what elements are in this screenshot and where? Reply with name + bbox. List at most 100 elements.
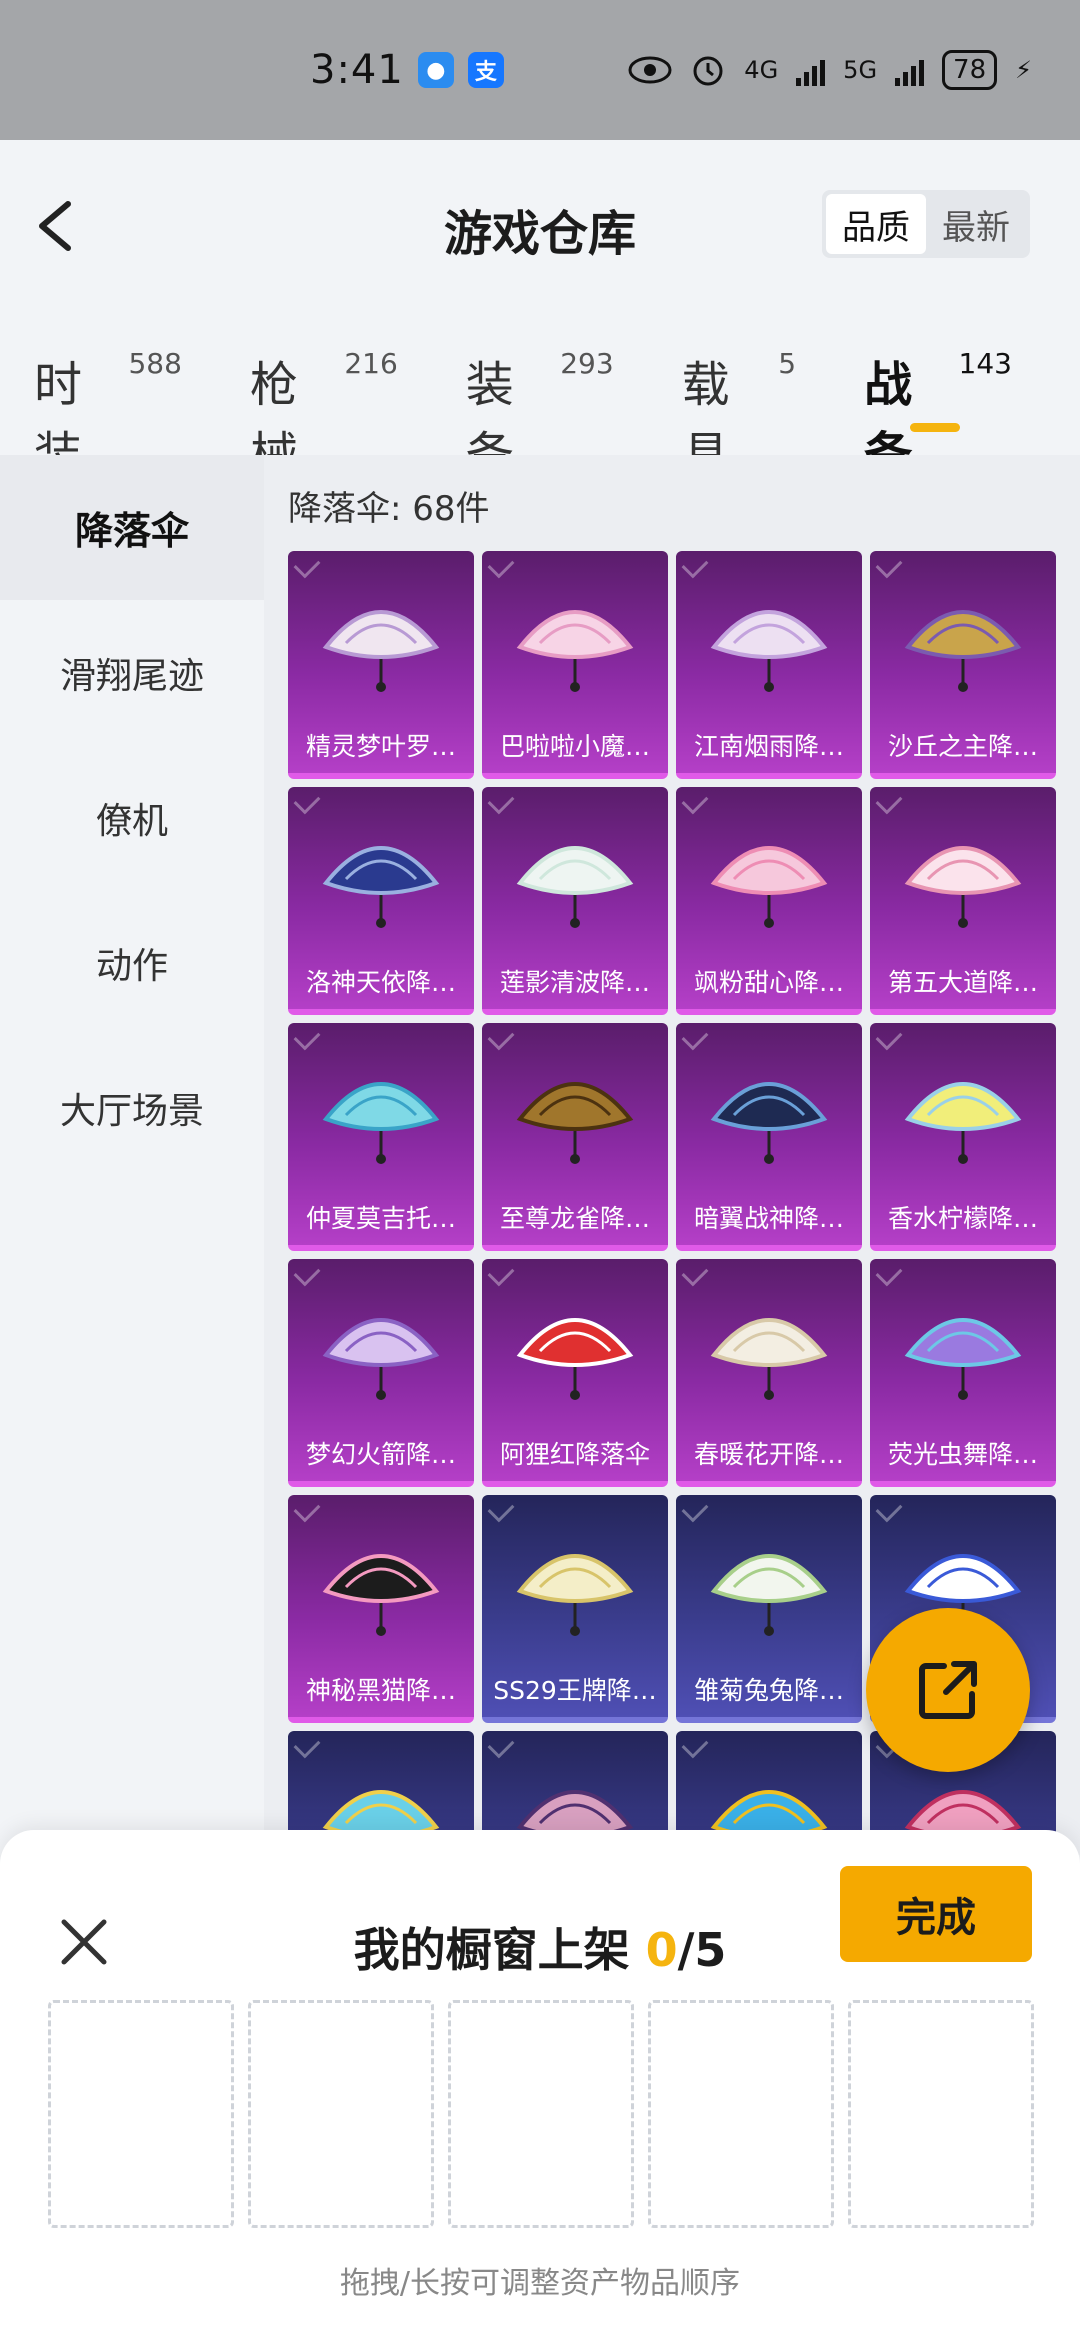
sidebar-item-emote[interactable]: 动作: [0, 890, 264, 1035]
parachute-icon: [710, 1082, 828, 1164]
parachute-card[interactable]: 江南烟雨降…: [676, 551, 862, 779]
tab-count: 143: [958, 347, 1012, 380]
checkmark-icon: [293, 787, 321, 815]
sort-option-quality[interactable]: 品质: [826, 194, 926, 254]
checkmark-icon: [681, 787, 709, 815]
parachute-icon: [904, 846, 1022, 928]
checkmark-icon: [875, 787, 903, 815]
showcase-slot-2[interactable]: [248, 2000, 434, 2228]
parachute-icon: [516, 1318, 634, 1400]
charging-icon: ⚡: [1015, 56, 1032, 84]
checkmark-icon: [487, 1259, 515, 1287]
showcase-slot-4[interactable]: [648, 2000, 834, 2228]
parachute-card[interactable]: 第五大道降…: [870, 787, 1056, 1015]
parachute-card[interactable]: 春暖花开降…: [676, 1259, 862, 1487]
external-link-icon: [919, 1661, 977, 1719]
item-count-label: 降落伞: 68件: [288, 489, 490, 529]
sort-option-newest[interactable]: 最新: [926, 194, 1026, 254]
item-name: 巴啦啦小魔…: [499, 732, 650, 761]
tab-count: 293: [560, 347, 614, 380]
parachute-card[interactable]: 神秘黑猫降…: [288, 1495, 474, 1723]
alarm-icon: [693, 56, 723, 86]
parachute-icon: [904, 1082, 1022, 1164]
eye-icon: [628, 56, 672, 84]
message-app-icon: ●: [417, 52, 454, 88]
item-name: 飒粉甜心降…: [693, 968, 844, 997]
item-name: 神秘黑猫降…: [305, 1676, 456, 1705]
item-name: 精灵梦叶罗…: [305, 732, 456, 761]
item-name: 阿狸红降落伞: [499, 1440, 650, 1469]
parachute-icon: [904, 1318, 1022, 1400]
parachute-card[interactable]: 洛神天依降…: [288, 787, 474, 1015]
parachute-icon: [710, 1318, 828, 1400]
alipay-icon: 支: [467, 52, 504, 88]
checkmark-icon: [487, 551, 515, 579]
parachute-card[interactable]: 雏菊兔兔降…: [676, 1495, 862, 1723]
parachute-card[interactable]: 梦幻火箭降…: [288, 1259, 474, 1487]
item-name: 沙丘之主降…: [887, 732, 1038, 761]
checkmark-icon: [681, 551, 709, 579]
battery-indicator: 78: [942, 50, 998, 90]
item-name: SS29王牌降…: [493, 1676, 657, 1705]
checkmark-icon: [487, 1731, 515, 1759]
parachute-card[interactable]: 飒粉甜心降…: [676, 787, 862, 1015]
checkmark-icon: [487, 1023, 515, 1051]
item-name: 梦幻火箭降…: [305, 1440, 456, 1469]
checkmark-icon: [293, 1259, 321, 1287]
item-name: 至尊龙雀降…: [499, 1204, 650, 1233]
parachute-icon: [322, 1082, 440, 1164]
status-time: 3:41: [310, 47, 404, 93]
parachute-card[interactable]: 莲影清波降…: [482, 787, 668, 1015]
checkmark-icon: [875, 551, 903, 579]
showcase-sheet: 我的橱窗上架 0/5 完成 拖拽/长按可调整资产物品顺序: [0, 1830, 1080, 2340]
subcategory-sidebar: 降落伞 滑翔尾迹 僚机 动作 大厅场景: [0, 455, 264, 1855]
signal-4g-icon: [796, 54, 826, 86]
done-button[interactable]: 完成: [840, 1866, 1032, 1962]
showcase-slot-3[interactable]: [448, 2000, 634, 2228]
item-name: 莲影清波降…: [499, 968, 650, 997]
showcase-slot-5[interactable]: [848, 2000, 1034, 2228]
checkmark-icon: [293, 551, 321, 579]
showcase-slots: [48, 2000, 1034, 2228]
parachute-card[interactable]: 至尊龙雀降…: [482, 1023, 668, 1251]
share-button[interactable]: [866, 1608, 1030, 1772]
parachute-icon: [516, 1554, 634, 1636]
status-bar: 3:41 ● 支 4G 5G 78 ⚡: [0, 0, 1080, 140]
parachute-icon: [322, 846, 440, 928]
sidebar-item-glide-trail[interactable]: 滑翔尾迹: [0, 600, 264, 745]
tab-count: 588: [128, 347, 182, 380]
parachute-icon: [710, 1554, 828, 1636]
parachute-card[interactable]: SS29王牌降…: [482, 1495, 668, 1723]
tab-count: 5: [778, 347, 797, 380]
parachute-card[interactable]: 仲夏莫吉托…: [288, 1023, 474, 1251]
checkmark-icon: [681, 1259, 709, 1287]
item-name: 第五大道降…: [887, 968, 1038, 997]
parachute-icon: [904, 610, 1022, 692]
showcase-slot-1[interactable]: [48, 2000, 234, 2228]
parachute-card[interactable]: 巴啦啦小魔…: [482, 551, 668, 779]
checkmark-icon: [487, 787, 515, 815]
checkmark-icon: [681, 1731, 709, 1759]
parachute-icon: [516, 1082, 634, 1164]
item-name: 仲夏莫吉托…: [305, 1204, 456, 1233]
checkmark-icon: [487, 1495, 515, 1523]
parachute-card[interactable]: 精灵梦叶罗…: [288, 551, 474, 779]
parachute-card[interactable]: 暗翼战神降…: [676, 1023, 862, 1251]
sheet-title-text: 我的橱窗上架: [353, 1923, 646, 1977]
parachute-card[interactable]: 香水柠檬降…: [870, 1023, 1056, 1251]
parachute-card[interactable]: 荧光虫舞降…: [870, 1259, 1056, 1487]
showcase-total: /5: [677, 1923, 727, 1977]
checkmark-icon: [875, 1023, 903, 1051]
checkmark-icon: [681, 1023, 709, 1051]
sidebar-item-parachute[interactable]: 降落伞: [0, 455, 264, 600]
sort-toggle[interactable]: 品质 最新: [822, 190, 1030, 258]
parachute-card[interactable]: 阿狸红降落伞: [482, 1259, 668, 1487]
sidebar-item-lobby-scene[interactable]: 大厅场景: [0, 1035, 264, 1180]
sidebar-item-wingman[interactable]: 僚机: [0, 745, 264, 890]
item-name: 暗翼战神降…: [693, 1204, 844, 1233]
parachute-card[interactable]: 沙丘之主降…: [870, 551, 1056, 779]
checkmark-icon: [293, 1023, 321, 1051]
item-name: 洛神天依降…: [305, 968, 456, 997]
parachute-icon: [516, 846, 634, 928]
parachute-icon: [516, 610, 634, 692]
